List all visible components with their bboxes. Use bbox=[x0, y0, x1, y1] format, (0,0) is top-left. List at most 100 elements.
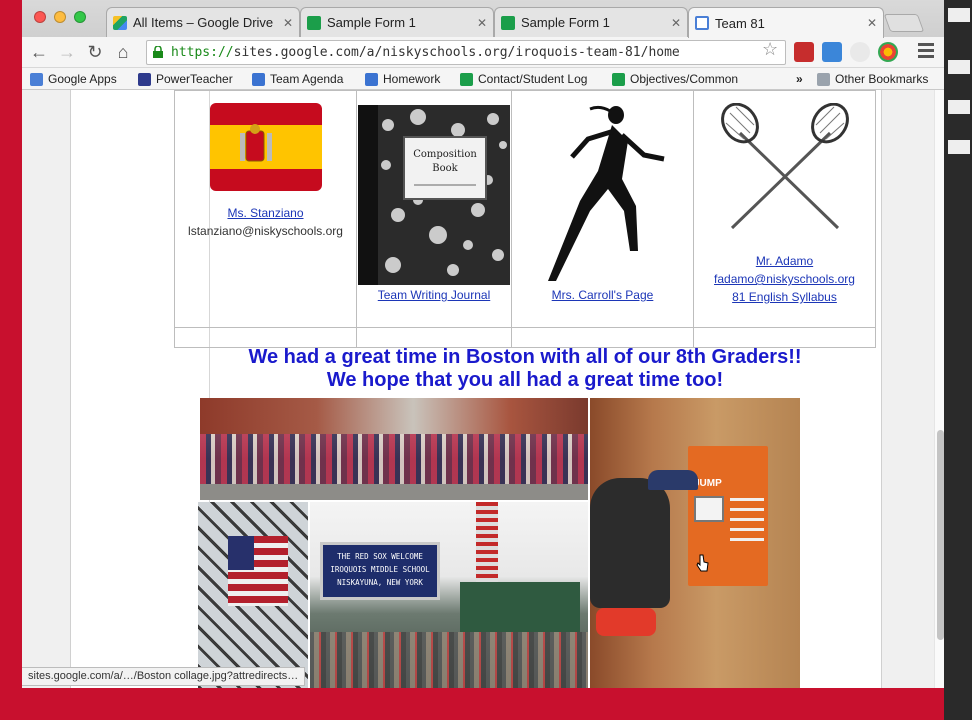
docs-icon bbox=[365, 72, 378, 86]
google-apps-icon bbox=[30, 72, 43, 86]
teacher-email-stanziano: lstanziano@niskyschools.org bbox=[188, 224, 343, 238]
bookmark-label: Other Bookmarks bbox=[835, 72, 929, 86]
teacher-grid: Ms. Stanziano lstanziano@niskyschools.or… bbox=[174, 90, 876, 349]
toolbar: ← → ↻ ⌂ https://sites.google.com/a/nisky… bbox=[22, 37, 944, 68]
extension-mail-icon[interactable] bbox=[794, 42, 814, 62]
bookmark-label: Contact/Student Log bbox=[478, 72, 588, 86]
bookmark-team-agenda[interactable]: Team Agenda bbox=[252, 71, 343, 87]
folder-icon bbox=[817, 72, 830, 86]
close-tab-icon[interactable]: ✕ bbox=[867, 16, 877, 30]
bookmark-label: Google Apps bbox=[48, 72, 117, 86]
bookmark-label: Homework bbox=[383, 72, 441, 86]
bookmark-label: Objectives/Common bbox=[630, 72, 739, 86]
page-viewport: Ms. Stanziano lstanziano@niskyschools.or… bbox=[22, 90, 934, 688]
tab-label: Sample Form 1 bbox=[521, 15, 610, 30]
english-syllabus-link[interactable]: 81 English Syllabus bbox=[732, 290, 837, 304]
headline-line-1: We had a great time in Boston with all o… bbox=[248, 346, 802, 368]
new-tab-button[interactable] bbox=[883, 14, 925, 32]
zoom-window-button[interactable] bbox=[74, 11, 86, 23]
mrs-carrolls-page-link[interactable]: Mrs. Carroll's Page bbox=[552, 288, 654, 302]
close-tab-icon[interactable]: ✕ bbox=[477, 16, 487, 30]
extension-arrow-icon[interactable] bbox=[822, 42, 842, 62]
headline-line-2: We hope that you all had a great time to… bbox=[326, 369, 724, 391]
sheets-icon bbox=[460, 72, 473, 86]
close-tab-icon[interactable]: ✕ bbox=[671, 16, 681, 30]
scrollbar-thumb[interactable] bbox=[937, 430, 944, 640]
tab-sample-form-1[interactable]: Sample Form 1 ✕ bbox=[300, 7, 494, 37]
page-scrollbar[interactable] bbox=[934, 90, 944, 688]
svg-text:Book: Book bbox=[432, 163, 458, 174]
teacher-link-stanziano[interactable]: Ms. Stanziano bbox=[227, 206, 303, 220]
spain-flag-icon bbox=[209, 103, 322, 191]
reload-icon[interactable]: ↻ bbox=[84, 41, 106, 63]
docs-icon bbox=[252, 72, 265, 86]
sign-line-2: IROQUOIS MIDDLE SCHOOL bbox=[330, 565, 430, 574]
boston-headline: We had a great time in Boston with all o… bbox=[174, 346, 876, 392]
address-bar[interactable]: https://sites.google.com/a/niskyschools.… bbox=[146, 40, 786, 65]
minimize-window-button[interactable] bbox=[54, 11, 66, 23]
museum-jump-label: JUMP bbox=[694, 478, 722, 489]
grid-empty-cell bbox=[511, 326, 694, 349]
hand-cursor-icon bbox=[696, 554, 709, 572]
boston-collage-image[interactable]: THE RED SOX WELCOME IROQUOIS MIDDLE SCHO… bbox=[198, 398, 800, 688]
url-path: sites.google.com/a/niskyschools.org/iroq… bbox=[233, 45, 680, 60]
other-bookmarks[interactable]: Other Bookmarks bbox=[817, 71, 928, 87]
teacher-cell-carroll: Mrs. Carroll's Page bbox=[511, 90, 694, 328]
teacher-cell-stanziano: Ms. Stanziano lstanziano@niskyschools.or… bbox=[174, 90, 357, 328]
drive-icon bbox=[113, 15, 127, 30]
tab-team-81[interactable]: Team 81 ✕ bbox=[688, 7, 884, 38]
back-arrow-icon[interactable]: ← bbox=[28, 41, 50, 63]
browser-window: All Items – Google Drive ✕ Sample Form 1… bbox=[22, 0, 944, 688]
sign-line-3: NISKAYUNA, NEW YORK bbox=[337, 578, 423, 587]
museum-photo: JUMP bbox=[590, 398, 800, 688]
grid-empty-cell bbox=[174, 326, 357, 349]
tab-label: All Items – Google Drive bbox=[133, 15, 274, 30]
group-photo bbox=[200, 398, 588, 500]
forward-arrow-icon[interactable]: → bbox=[56, 41, 78, 63]
chrome-extension-icon[interactable] bbox=[878, 42, 898, 62]
close-window-button[interactable] bbox=[34, 11, 46, 23]
fenway-park-photo: THE RED SOX WELCOME IROQUOIS MIDDLE SCHO… bbox=[310, 502, 588, 688]
american-flag-photo bbox=[198, 502, 308, 688]
tab-label: Sample Form 1 bbox=[327, 15, 416, 30]
grid-empty-cell bbox=[356, 326, 512, 349]
bookmark-objectives[interactable]: Objectives/Common bbox=[612, 71, 744, 87]
desktop-edge bbox=[944, 0, 972, 720]
forms-icon bbox=[307, 15, 321, 30]
composition-book-icon: Composition Book bbox=[358, 105, 510, 285]
url-scheme: https:// bbox=[171, 45, 234, 60]
lacrosse-sticks-icon bbox=[720, 102, 849, 230]
bookmark-powerteacher[interactable]: PowerTeacher bbox=[138, 71, 233, 87]
tab-google-drive[interactable]: All Items – Google Drive ✕ bbox=[106, 7, 300, 37]
tab-strip: All Items – Google Drive ✕ Sample Form 1… bbox=[22, 0, 944, 38]
bookmarks-bar: Google Apps PowerTeacher Team Agenda Hom… bbox=[22, 68, 944, 90]
sign-line-1: THE RED SOX WELCOME bbox=[337, 552, 423, 561]
chrome-menu-icon[interactable] bbox=[918, 43, 934, 59]
extension-refresh-icon[interactable] bbox=[850, 42, 870, 62]
tab-sample-form-1-second[interactable]: Sample Form 1 ✕ bbox=[494, 7, 688, 37]
home-icon[interactable]: ⌂ bbox=[112, 41, 134, 63]
sites-icon bbox=[695, 16, 709, 30]
bookmark-contact-student-log[interactable]: Contact/Student Log bbox=[460, 71, 587, 87]
bookmark-star-icon[interactable]: ☆ bbox=[762, 39, 778, 60]
sheets-icon bbox=[612, 72, 625, 86]
book-title: Composition bbox=[413, 149, 477, 160]
teacher-email-adamo[interactable]: fadamo@niskyschools.org bbox=[714, 272, 855, 286]
teacher-cell-adamo: Mr. Adamo fadamo@niskyschools.org 81 Eng… bbox=[693, 90, 876, 328]
forms-icon bbox=[501, 15, 515, 30]
runner-icon bbox=[547, 105, 664, 281]
grid-empty-cell bbox=[693, 326, 876, 349]
status-bar-url: sites.google.com/a/…/Boston collage.jpg?… bbox=[22, 667, 306, 686]
bookmark-google-apps[interactable]: Google Apps bbox=[30, 71, 117, 87]
mr-adamo-link[interactable]: Mr. Adamo bbox=[756, 254, 813, 268]
bookmark-label: Team Agenda bbox=[270, 72, 344, 86]
teacher-cell-writing-journal: Composition Book Team Writing Journal bbox=[356, 90, 512, 328]
close-tab-icon[interactable]: ✕ bbox=[283, 16, 293, 30]
bookmark-homework[interactable]: Homework bbox=[365, 71, 440, 87]
tab-label: Team 81 bbox=[715, 15, 765, 31]
bookmark-label: PowerTeacher bbox=[156, 72, 233, 86]
lock-icon bbox=[153, 46, 163, 58]
powerteacher-icon bbox=[138, 72, 151, 86]
bookmarks-overflow-chevron[interactable]: » bbox=[796, 71, 803, 87]
team-writing-journal-link[interactable]: Team Writing Journal bbox=[378, 288, 491, 302]
